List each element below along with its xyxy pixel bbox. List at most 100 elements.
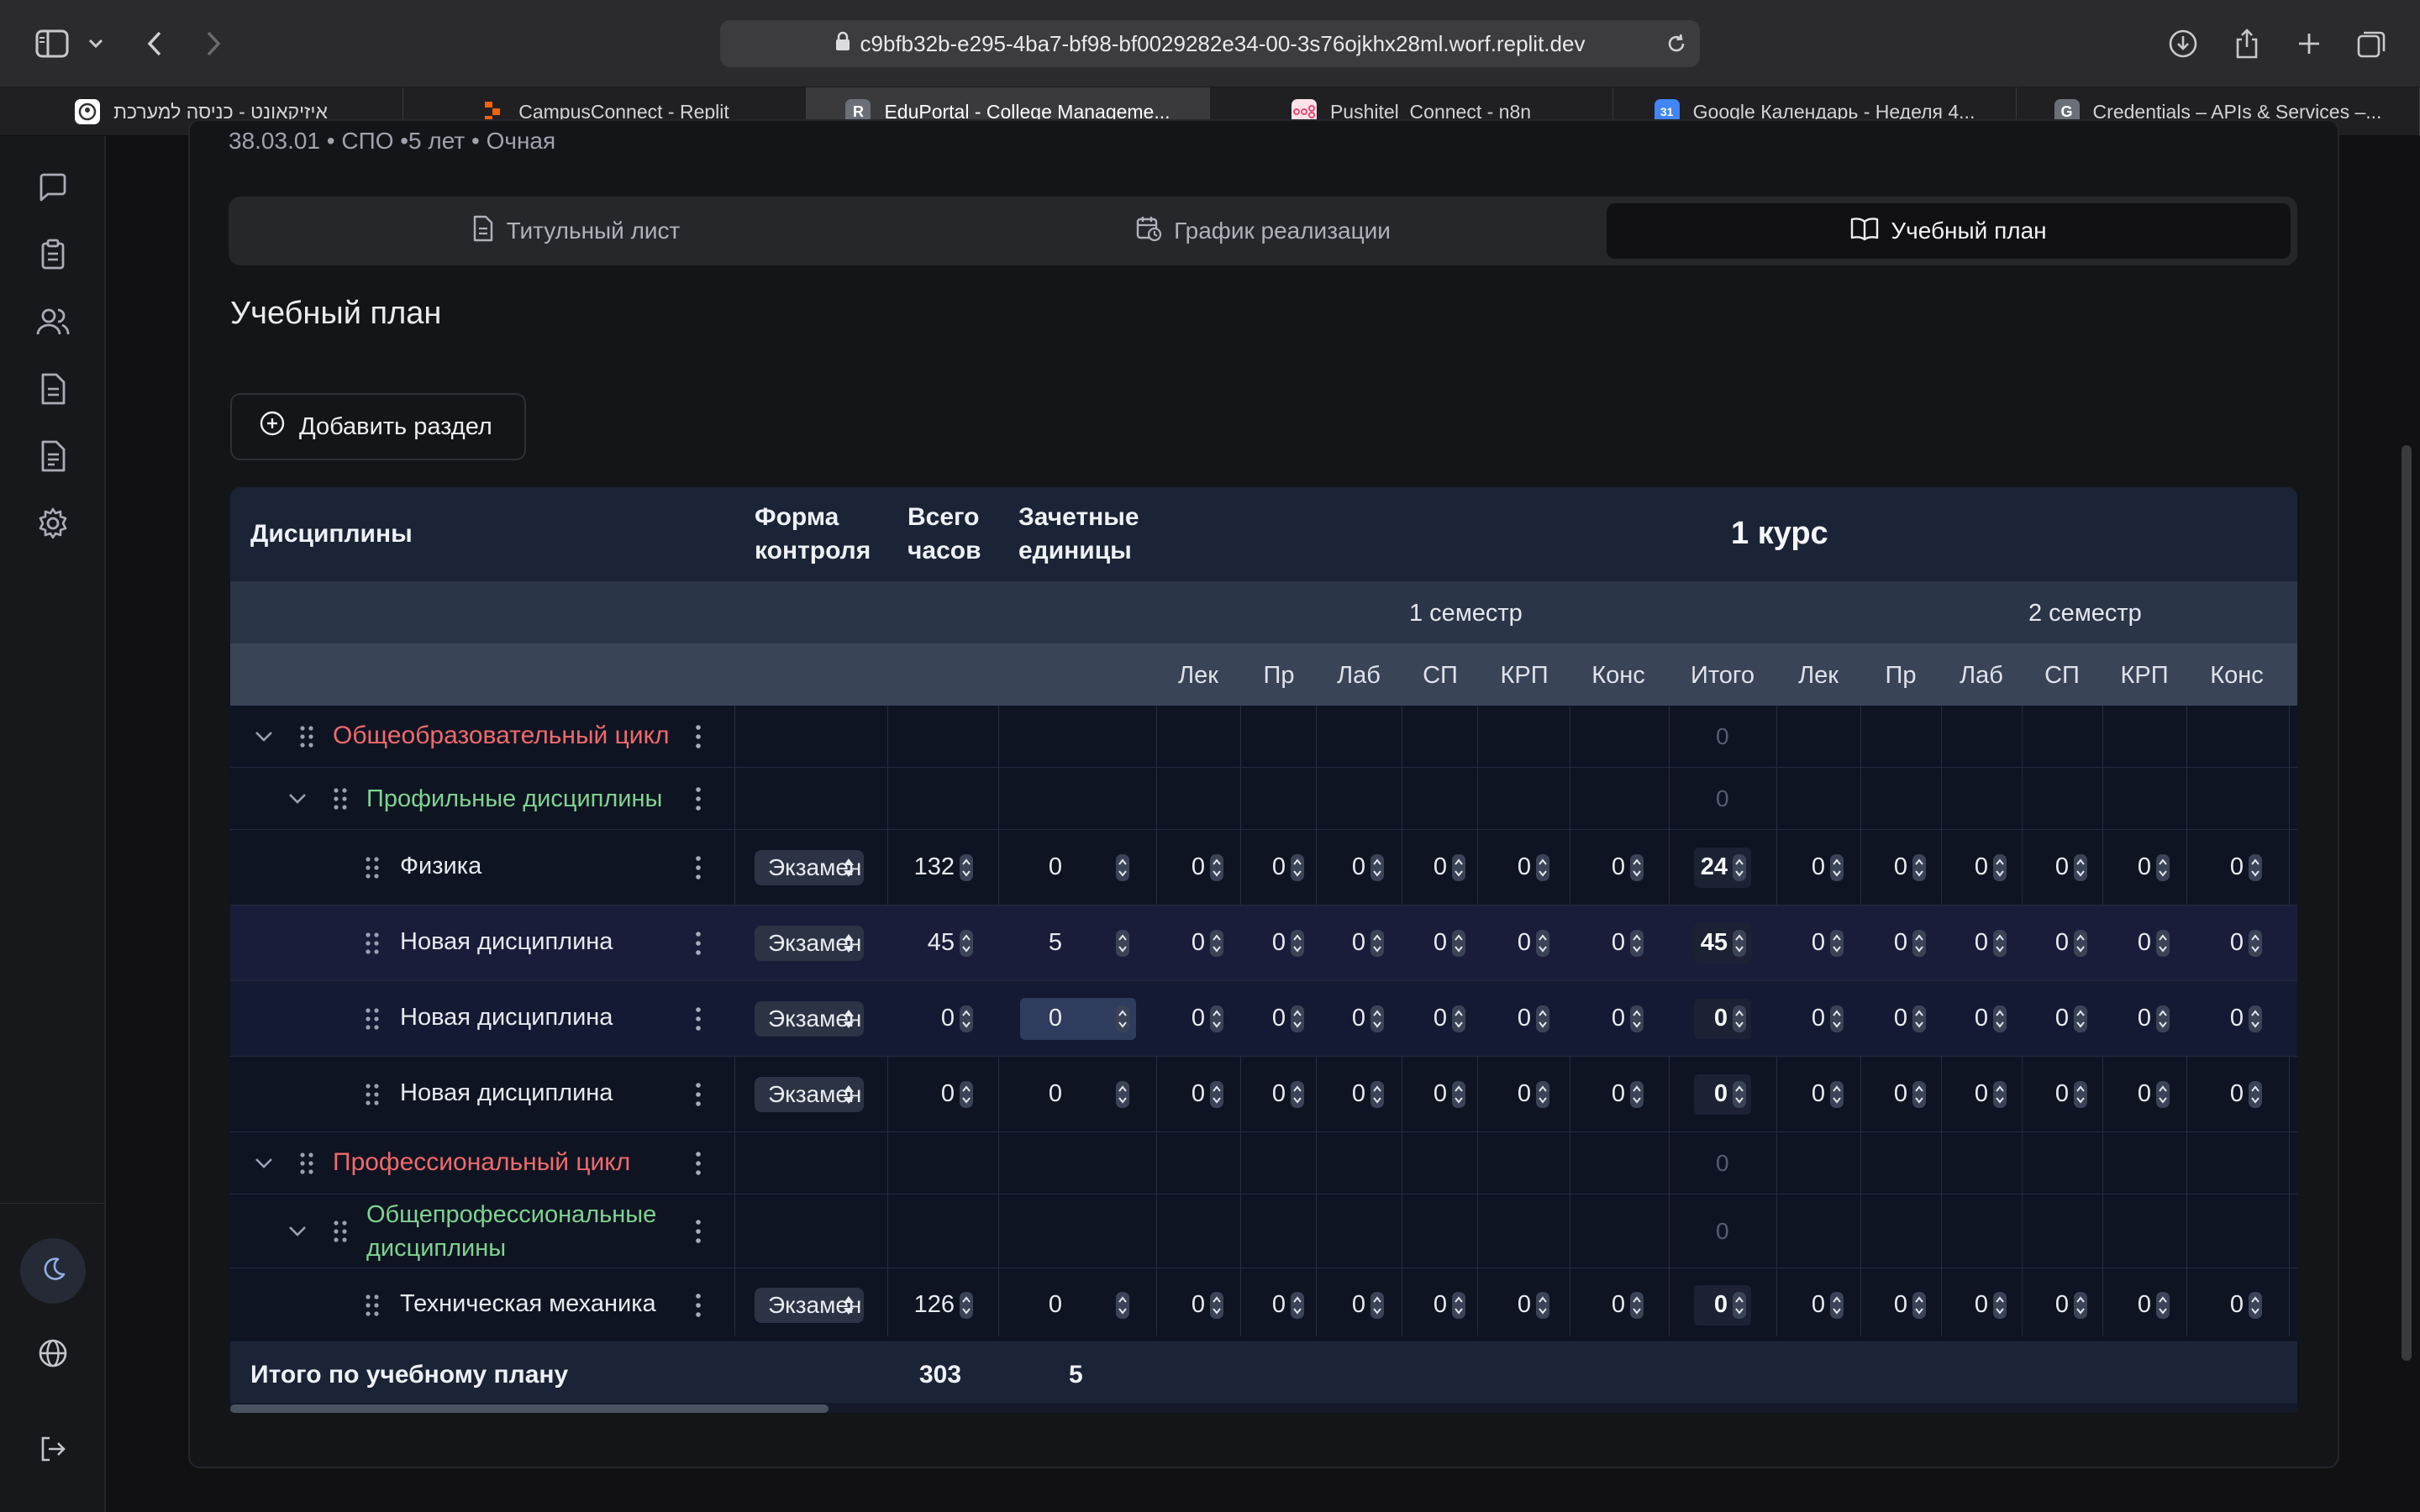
hours-cell-input[interactable]: 0: [1775, 1080, 1825, 1108]
hours-cell-input[interactable]: 0: [1775, 1005, 1825, 1032]
stepper-icon[interactable]: [1733, 1292, 1746, 1319]
more-options-icon[interactable]: [694, 929, 702, 958]
stepper-icon[interactable]: [1912, 1081, 1926, 1108]
stepper-icon[interactable]: [1210, 1081, 1223, 1108]
hours-cell-input[interactable]: 0: [1155, 1005, 1205, 1032]
stepper-icon[interactable]: [1733, 930, 1746, 957]
back-icon[interactable]: [133, 22, 176, 66]
hours-cell-input[interactable]: 0: [2193, 1005, 2244, 1032]
more-options-icon[interactable]: [694, 1005, 702, 1033]
stepper-icon[interactable]: [2249, 1005, 2262, 1032]
download-icon[interactable]: [2161, 22, 2205, 66]
credits-input[interactable]: 0: [1020, 1080, 1062, 1108]
stepper-icon[interactable]: [2249, 854, 2262, 881]
stepper-icon[interactable]: [1830, 1005, 1844, 1032]
semester-total[interactable]: 45: [1677, 929, 1728, 957]
hours-cell-input[interactable]: 0: [2018, 929, 2069, 957]
drag-handle-icon[interactable]: [331, 785, 350, 812]
page-scrollbar[interactable]: [2402, 445, 2412, 1361]
drag-handle-icon[interactable]: [363, 1081, 381, 1108]
stepper-icon[interactable]: [1536, 1005, 1549, 1032]
stepper-icon[interactable]: [960, 1005, 973, 1032]
stepper-icon[interactable]: [1912, 1292, 1926, 1319]
stepper-icon[interactable]: [1452, 1292, 1465, 1319]
hours-cell-input[interactable]: 0: [2193, 929, 2244, 957]
hours-cell-input[interactable]: 0: [1938, 1080, 1988, 1108]
drag-handle-icon[interactable]: [297, 1150, 316, 1177]
stepper-icon[interactable]: [1116, 1292, 1129, 1319]
chevron-down-icon[interactable]: [250, 1150, 277, 1177]
settings-gear-icon[interactable]: [32, 502, 74, 544]
drag-handle-icon[interactable]: [331, 1218, 350, 1245]
hours-cell-input[interactable]: 0: [1397, 929, 1447, 957]
hours-cell-input[interactable]: 0: [1575, 1291, 1625, 1319]
stepper-icon[interactable]: [1116, 854, 1129, 881]
hours-cell-input[interactable]: 0: [1775, 853, 1825, 881]
semester-total[interactable]: 24: [1677, 853, 1728, 881]
hours-cell-input[interactable]: 0: [1155, 1080, 1205, 1108]
stepper-icon[interactable]: [1452, 1005, 1465, 1032]
hours-cell-input[interactable]: 0: [1315, 1080, 1365, 1108]
control-form-select[interactable]: Экзамен: [755, 926, 864, 961]
stepper-icon[interactable]: [1536, 854, 1549, 881]
stepper-icon[interactable]: [2249, 1081, 2262, 1108]
hours-cell-input[interactable]: 0: [2018, 1005, 2069, 1032]
hours-input[interactable]: 126: [904, 1291, 955, 1319]
control-form-select[interactable]: Экзамен: [755, 1288, 864, 1323]
drag-handle-icon[interactable]: [363, 1292, 381, 1319]
stepper-icon[interactable]: [2156, 1081, 2170, 1108]
stepper-icon[interactable]: [2249, 1292, 2262, 1319]
hours-cell-input[interactable]: 0: [2101, 1291, 2151, 1319]
stepper-icon[interactable]: [2156, 854, 2170, 881]
document-list-icon[interactable]: [32, 435, 74, 477]
stepper-icon[interactable]: [1536, 930, 1549, 957]
share-icon[interactable]: [2225, 22, 2269, 66]
logout-icon[interactable]: [32, 1428, 74, 1470]
stepper-icon[interactable]: [2074, 1292, 2087, 1319]
stepper-icon[interactable]: [1993, 1005, 2007, 1032]
stepper-icon[interactable]: [2156, 1292, 2170, 1319]
hours-cell-input[interactable]: 0: [1315, 1005, 1365, 1032]
hours-cell-input[interactable]: 0: [1481, 1005, 1531, 1032]
control-form-select[interactable]: Экзамен: [755, 1077, 864, 1112]
stepper-icon[interactable]: [2156, 1005, 2170, 1032]
stepper-icon[interactable]: [2074, 1005, 2087, 1032]
hours-cell-input[interactable]: 0: [1775, 929, 1825, 957]
hours-cell-input[interactable]: 0: [2193, 1291, 2244, 1319]
credits-input[interactable]: 5: [1020, 929, 1062, 957]
stepper-icon[interactable]: [1830, 854, 1844, 881]
stepper-icon[interactable]: [1116, 1005, 1129, 1032]
chevron-down-icon[interactable]: [284, 785, 311, 812]
hours-cell-input[interactable]: 0: [2018, 1291, 2069, 1319]
stepper-icon[interactable]: [960, 930, 973, 957]
drag-handle-icon[interactable]: [363, 854, 381, 881]
tab-overview-icon[interactable]: [2349, 22, 2393, 66]
drag-handle-icon[interactable]: [363, 1005, 381, 1032]
stepper-icon[interactable]: [1536, 1292, 1549, 1319]
hours-input[interactable]: 132: [904, 853, 955, 881]
stepper-icon[interactable]: [2074, 1081, 2087, 1108]
stepper-icon[interactable]: [1116, 1081, 1129, 1108]
theme-toggle-button[interactable]: [20, 1238, 86, 1304]
stepper-icon[interactable]: [1452, 930, 1465, 957]
new-tab-icon[interactable]: [2287, 22, 2331, 66]
stepper-icon[interactable]: [1830, 1292, 1844, 1319]
hours-cell-input[interactable]: 0: [1397, 1005, 1447, 1032]
stepper-icon[interactable]: [1993, 930, 2007, 957]
stepper-icon[interactable]: [1733, 854, 1746, 881]
hours-cell-input[interactable]: 0: [1481, 1080, 1531, 1108]
hours-cell-input[interactable]: 0: [2018, 853, 2069, 881]
clipboard-icon[interactable]: [32, 234, 74, 276]
hours-cell-input[interactable]: 0: [2101, 1080, 2151, 1108]
stepper-icon[interactable]: [1452, 1081, 1465, 1108]
stepper-icon[interactable]: [1993, 1081, 2007, 1108]
chat-icon[interactable]: [32, 166, 74, 208]
stepper-icon[interactable]: [1733, 1005, 1746, 1032]
more-options-icon[interactable]: [694, 1291, 702, 1320]
hours-cell-input[interactable]: 0: [1938, 853, 1988, 881]
stepper-icon[interactable]: [1291, 1081, 1304, 1108]
hours-input[interactable]: 45: [904, 929, 955, 957]
stepper-icon[interactable]: [1733, 1081, 1746, 1108]
globe-icon[interactable]: [32, 1332, 74, 1374]
hours-cell-input[interactable]: 0: [1397, 1291, 1447, 1319]
